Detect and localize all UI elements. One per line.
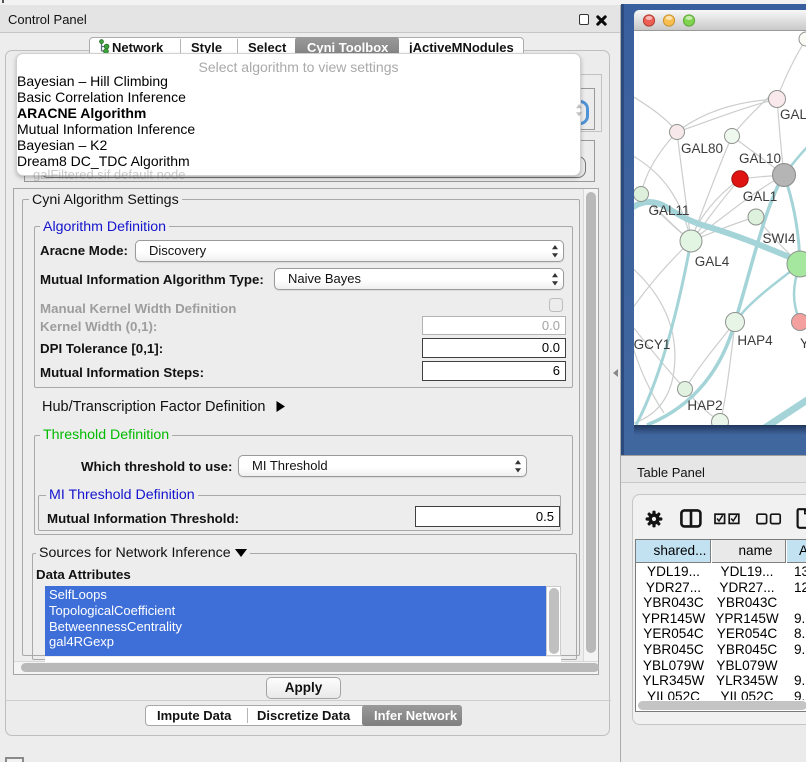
svg-text:GAL11: GAL11 <box>648 203 689 218</box>
svg-text:SWI4: SWI4 <box>762 231 795 246</box>
svg-text:GAL10: GAL10 <box>739 151 781 166</box>
svg-text:GAL4: GAL4 <box>695 254 730 269</box>
svg-text:HAP2: HAP2 <box>687 398 722 413</box>
svg-text:GAL7: GAL7 <box>780 107 806 122</box>
svg-text:GAL80: GAL80 <box>681 141 723 156</box>
svg-text:HAP4: HAP4 <box>737 333 773 348</box>
svg-text:GCY1: GCY1 <box>634 337 670 352</box>
svg-text:GAL1: GAL1 <box>743 189 778 204</box>
svg-text:Y: Y <box>800 336 806 351</box>
